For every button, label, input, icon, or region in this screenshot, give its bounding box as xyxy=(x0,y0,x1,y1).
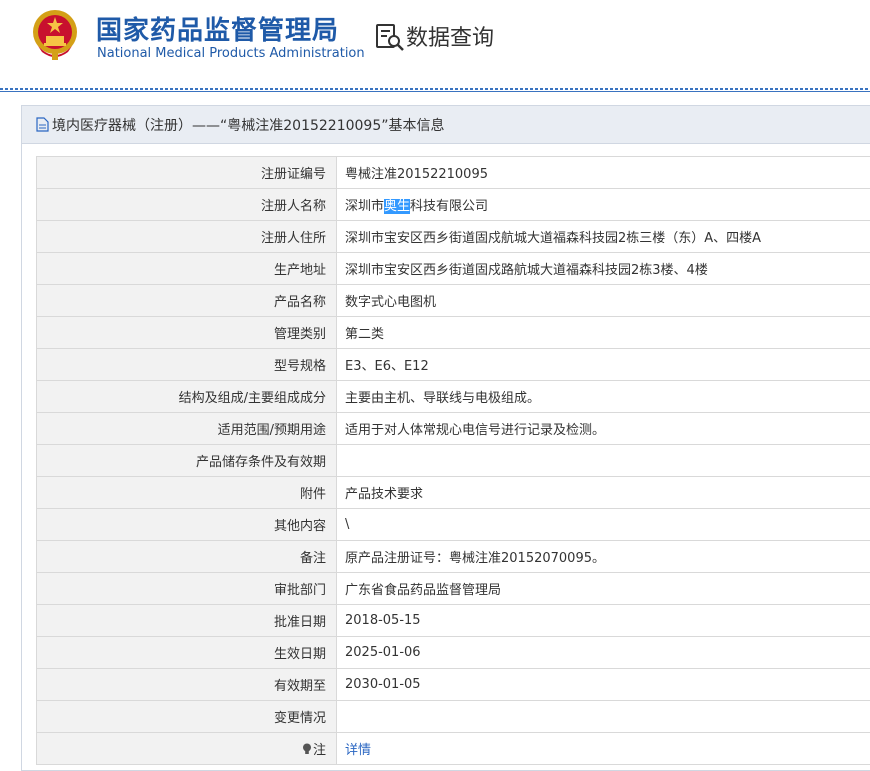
row-label: 产品名称 xyxy=(36,284,337,317)
row-value: 产品技术要求 xyxy=(336,476,870,509)
row-label: 型号规格 xyxy=(36,348,337,381)
row-label: 生效日期 xyxy=(36,636,337,669)
row-label: 注册人住所 xyxy=(36,220,337,253)
info-table: 注册证编号 粤械注准20152210095 注册人名称 深圳市奥生科技有限公司 … xyxy=(36,156,870,765)
value-part: 深圳市 xyxy=(345,199,385,214)
row-label: 管理类别 xyxy=(36,316,337,349)
row-value: 深圳市宝安区西乡街道固戍航城大道福森科技园2栋三楼（东）A、四楼A xyxy=(336,220,870,253)
org-name-en: National Medical Products Administration xyxy=(97,46,365,61)
table-row: 生效日期 2025-01-06 xyxy=(36,636,870,669)
row-label: 注册证编号 xyxy=(36,156,337,189)
data-query-icon xyxy=(376,24,404,51)
row-label: 其他内容 xyxy=(36,508,337,541)
section-title: 数据查询 xyxy=(406,26,495,51)
table-row: 结构及组成/主要组成成分 主要由主机、导联线与电极组成。 xyxy=(36,380,870,413)
row-value: 原产品注册证号：粤械注准20152070095。 xyxy=(336,540,870,573)
table-row: 审批部门 广东省食品药品监督管理局 xyxy=(36,572,870,605)
details-link[interactable]: 详情 xyxy=(345,743,371,758)
table-row: 产品名称 数字式心电图机 xyxy=(36,284,870,317)
note-bulb-icon xyxy=(302,743,311,754)
table-row: 注册人住所 深圳市宝安区西乡街道固戍航城大道福森科技园2栋三楼（东）A、四楼A xyxy=(36,220,870,253)
site-header: 国家药品监督管理局 National Medical Products Admi… xyxy=(0,0,870,88)
row-value: 2025-01-06 xyxy=(336,636,870,669)
table-row: 生产地址 深圳市宝安区西乡街道固戍路航城大道福森科技园2栋3楼、4楼 xyxy=(36,252,870,285)
value-part: 科技有限公司 xyxy=(410,199,489,214)
row-value: 数字式心电图机 xyxy=(336,284,870,317)
header-divider-line xyxy=(0,91,870,92)
table-row: 有效期至 2030-01-05 xyxy=(36,668,870,701)
detail-panel: 境内医疗器械（注册）——“粤械注准20152210095”基本信息 注册证编号 … xyxy=(21,105,870,771)
row-label: 注册人名称 xyxy=(36,188,337,221)
table-row: 附件 产品技术要求 xyxy=(36,476,870,509)
row-value: 适用于对人体常规心电信号进行记录及检测。 xyxy=(336,412,870,445)
table-row: 注册证编号 粤械注准20152210095 xyxy=(36,156,870,189)
org-name-cn: 国家药品监督管理局 xyxy=(96,16,340,46)
row-label: 产品储存条件及有效期 xyxy=(36,444,337,477)
selected-text[interactable]: 奥生 xyxy=(384,199,411,214)
row-value-registrant: 深圳市奥生科技有限公司 xyxy=(336,188,870,221)
row-label: 适用范围/预期用途 xyxy=(36,412,337,445)
panel-title: 境内医疗器械（注册）——“粤械注准20152210095”基本信息 xyxy=(52,117,445,134)
row-label: 审批部门 xyxy=(36,572,337,605)
row-value: 深圳市宝安区西乡街道固戍路航城大道福森科技园2栋3楼、4楼 xyxy=(336,252,870,285)
table-row: 管理类别 第二类 xyxy=(36,316,870,349)
row-value: E3、E6、E12 xyxy=(336,348,870,381)
table-row: 型号规格 E3、E6、E12 xyxy=(36,348,870,381)
row-value: 广东省食品药品监督管理局 xyxy=(336,572,870,605)
row-label: 有效期至 xyxy=(36,668,337,701)
table-row: 变更情况 xyxy=(36,700,870,733)
row-value: 2030-01-05 xyxy=(336,668,870,701)
header-divider xyxy=(0,88,870,90)
row-label: 结构及组成/主要组成成分 xyxy=(36,380,337,413)
row-value: 粤械注准20152210095 xyxy=(336,156,870,189)
note-label: 注 xyxy=(312,743,326,758)
row-label-note: 注 xyxy=(36,732,337,765)
panel-header: 境内医疗器械（注册）——“粤械注准20152210095”基本信息 xyxy=(22,106,870,144)
row-value: 第二类 xyxy=(336,316,870,349)
table-row: 批准日期 2018-05-15 xyxy=(36,604,870,637)
row-label: 附件 xyxy=(36,476,337,509)
table-row: 产品储存条件及有效期 xyxy=(36,444,870,477)
table-row: 其他内容 \ xyxy=(36,508,870,541)
row-value: \ xyxy=(336,508,870,541)
national-emblem-icon xyxy=(33,10,77,60)
row-value xyxy=(336,444,870,477)
row-label: 生产地址 xyxy=(36,252,337,285)
row-label: 批准日期 xyxy=(36,604,337,637)
row-value xyxy=(336,700,870,733)
table-row: 备注 原产品注册证号：粤械注准20152070095。 xyxy=(36,540,870,573)
row-label: 备注 xyxy=(36,540,337,573)
row-label: 变更情况 xyxy=(36,700,337,733)
table-row: 适用范围/预期用途 适用于对人体常规心电信号进行记录及检测。 xyxy=(36,412,870,445)
table-row: 注 详情 xyxy=(36,732,870,765)
row-value: 主要由主机、导联线与电极组成。 xyxy=(336,380,870,413)
document-icon xyxy=(36,117,49,132)
row-value: 2018-05-15 xyxy=(336,604,870,637)
table-row: 注册人名称 深圳市奥生科技有限公司 xyxy=(36,188,870,221)
row-value: 详情 xyxy=(336,732,870,765)
